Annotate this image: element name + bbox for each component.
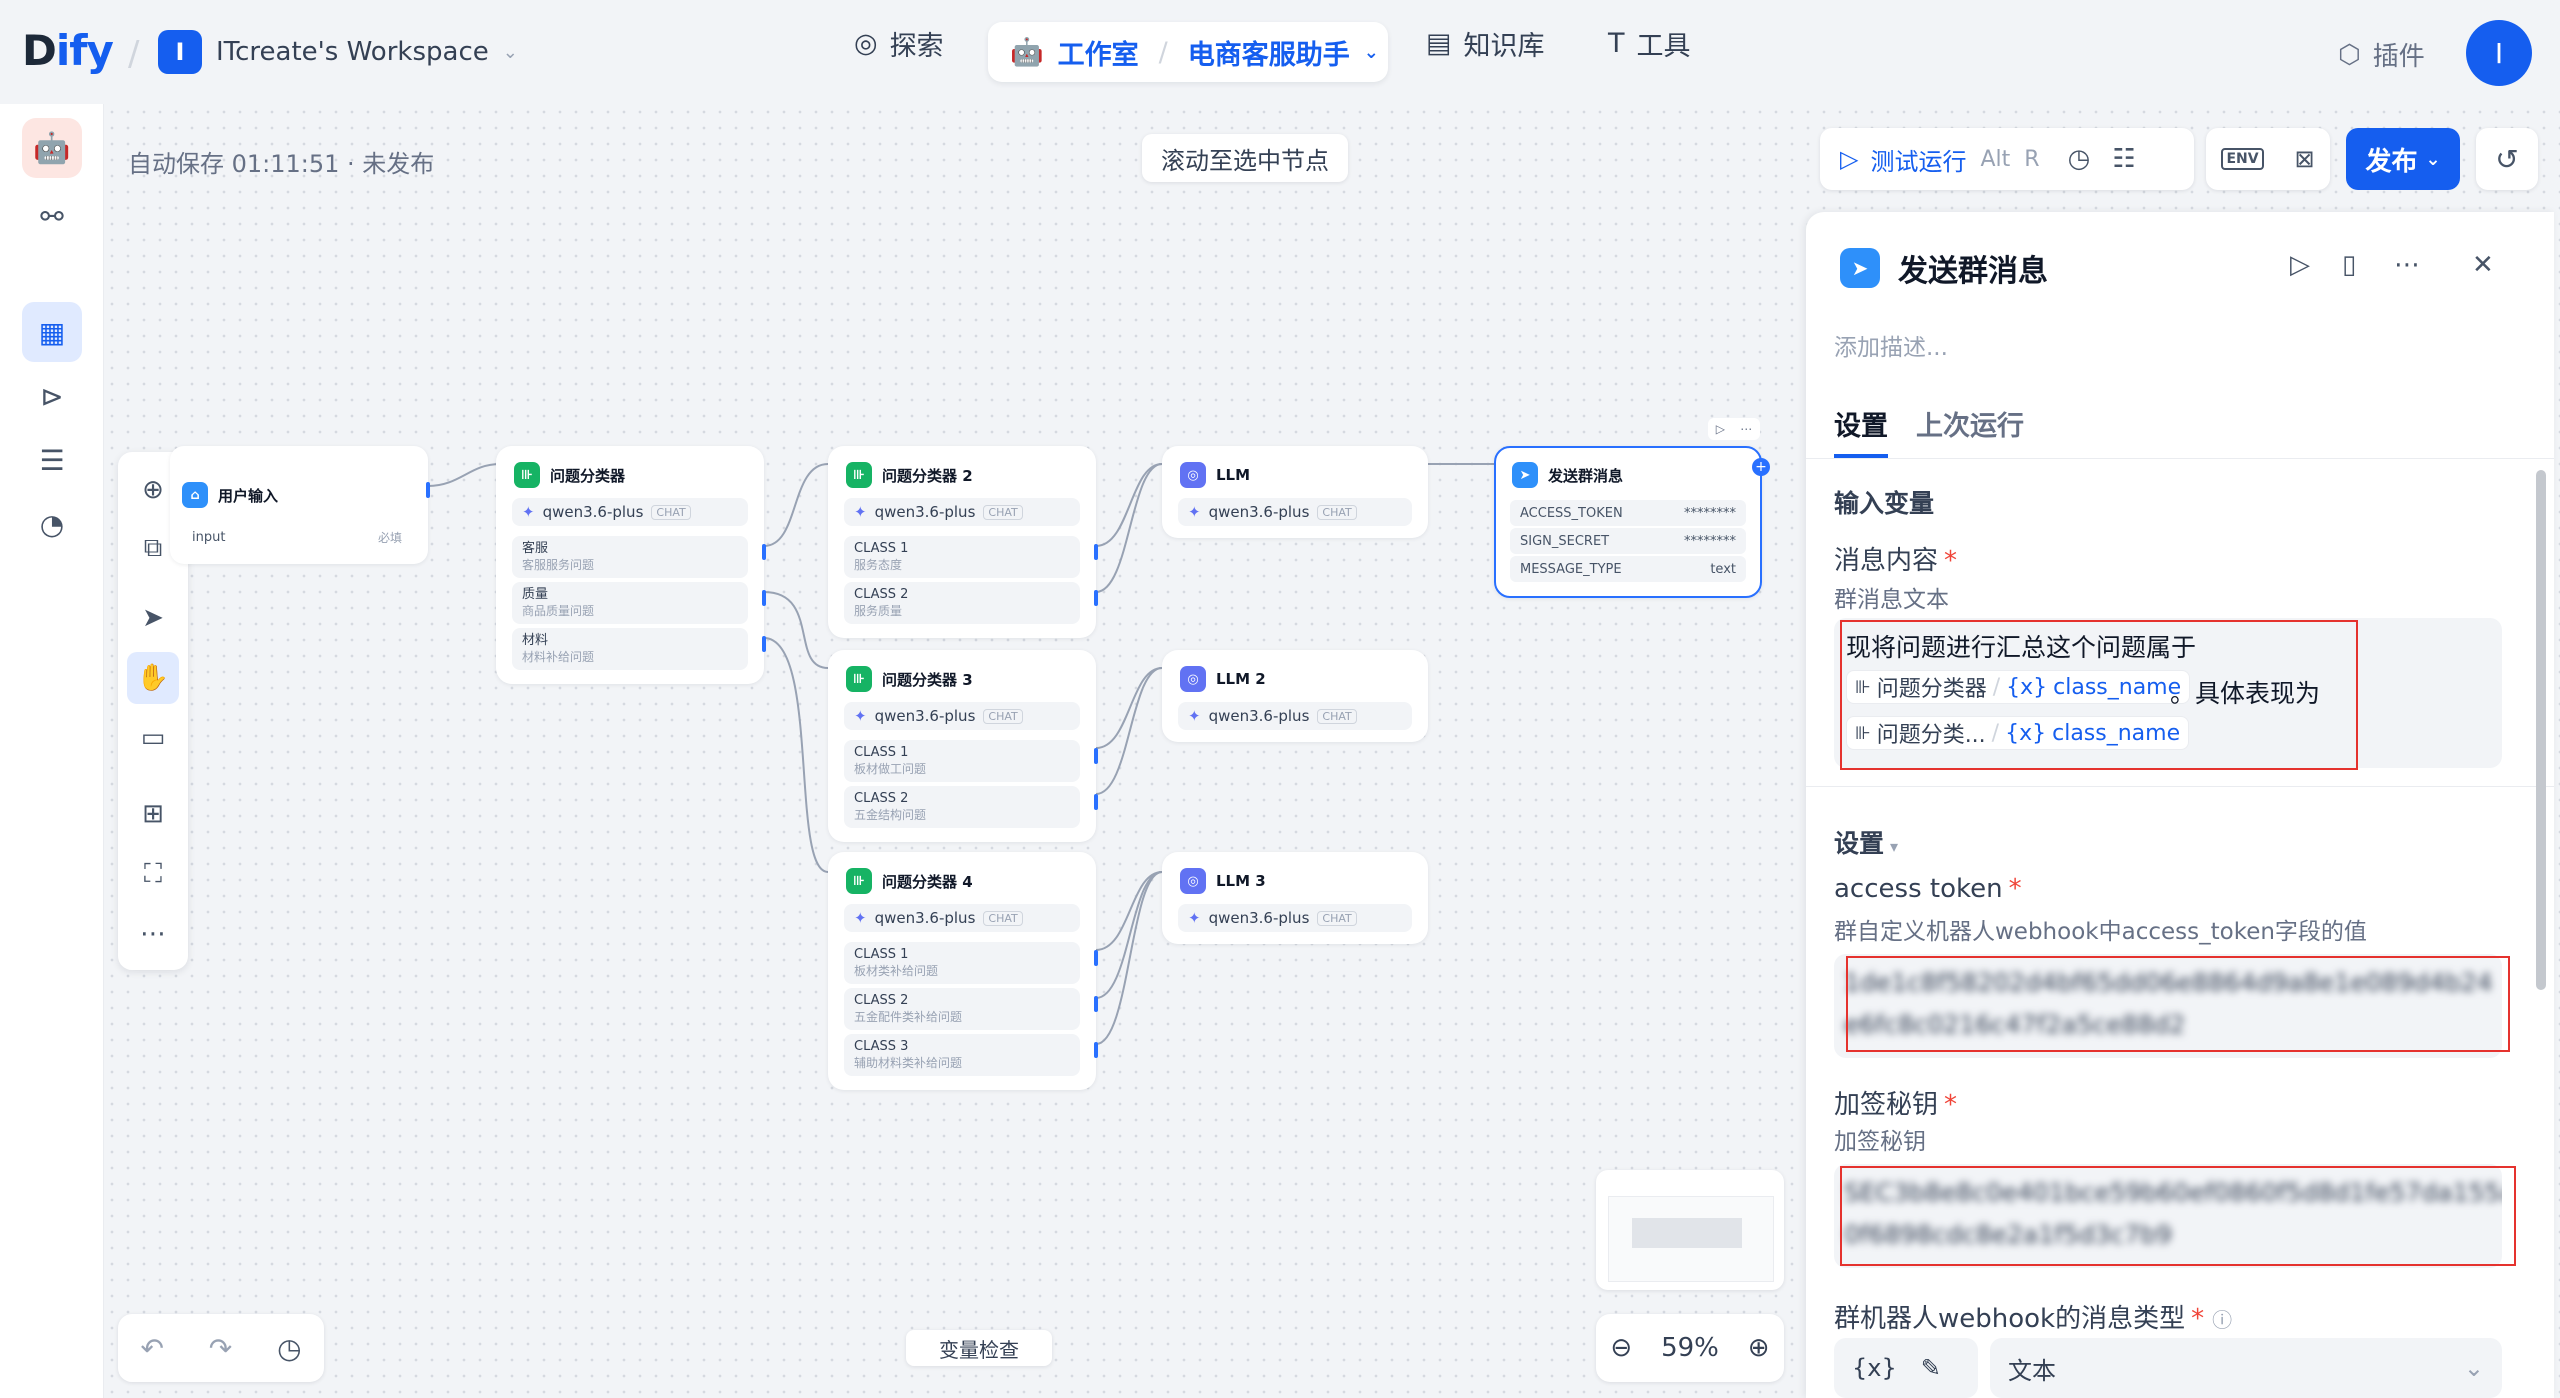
close-icon[interactable]: ✕ — [2472, 250, 2494, 280]
minimap[interactable] — [1596, 1170, 1784, 1290]
zoom-level[interactable]: 59% — [1661, 1333, 1719, 1363]
add-next-node-icon[interactable]: + — [1752, 458, 1770, 476]
llm-node-2[interactable]: ◎ LLM 2 ✦ qwen3.6-plus CHAT — [1162, 650, 1428, 742]
msg-label: 消息内容 * — [1834, 546, 1958, 576]
more-icon[interactable]: ⋯ — [1740, 422, 1752, 436]
node-config-panel: ➤ 发送群消息 ▷ ▯ ⋯ ✕ 添加描述... 设置 上次运行 输入变量 消息内容… — [1806, 212, 2554, 1398]
var-row: ACCESS_TOKEN ******** — [1510, 500, 1746, 526]
model-icon: ✦ — [1188, 909, 1201, 927]
tab-settings[interactable]: 设置 — [1834, 404, 1888, 443]
node-actions[interactable]: ▷ ⋯ — [1708, 418, 1760, 440]
llm-icon: ◎ — [1180, 868, 1206, 894]
class-item: CLASS 2 服务质量 — [844, 582, 1080, 624]
help-book-icon[interactable]: ▯ — [2342, 250, 2356, 280]
model-selector[interactable]: ✦ qwen3.6-plus CHAT — [844, 702, 1080, 730]
model-icon: ✦ — [854, 707, 867, 725]
zoom-out-icon[interactable]: ⊖ — [1610, 1333, 1632, 1363]
model-selector[interactable]: ✦ qwen3.6-plus CHAT — [1178, 702, 1412, 730]
llm-icon: ◎ — [1180, 666, 1206, 692]
model-icon: ✦ — [522, 503, 535, 521]
class-item: CLASS 2 五金结构问题 — [844, 786, 1080, 828]
class-item: CLASS 2 五金配件类补给问题 — [844, 988, 1080, 1030]
settings-heading[interactable]: 设置 ▾ — [1834, 824, 1898, 860]
chevron-down-icon: ⌄ — [2463, 1354, 2484, 1382]
run-node-icon[interactable]: ▷ — [1716, 422, 1725, 436]
description-input[interactable]: 添加描述... — [1834, 328, 1948, 362]
class-item: 材料 材料补给问题 — [512, 628, 748, 670]
run-icon[interactable]: ▷ — [2290, 250, 2310, 280]
highlight-box — [1840, 620, 2358, 770]
zoom-in-icon[interactable]: ⊕ — [1748, 1333, 1770, 1363]
panel-title[interactable]: 发送群消息 — [1898, 246, 2048, 290]
model-selector[interactable]: ✦ qwen3.6-plus CHAT — [1178, 904, 1412, 932]
model-icon: ✦ — [854, 909, 867, 927]
model-selector[interactable]: ✦ qwen3.6-plus CHAT — [844, 498, 1080, 526]
home-icon: ⌂ — [182, 482, 208, 508]
classifier-icon: ⊪ — [846, 868, 872, 894]
history-controls: ↶ ↷ ◷ — [118, 1314, 324, 1382]
classifier-node-4[interactable]: ⊪ 问题分类器 4 ✦ qwen3.6-plus CHAT CLASS 1 板材类补给问… — [828, 852, 1098, 1090]
required-badge: 必填 — [377, 530, 402, 545]
redo-icon[interactable]: ↷ — [209, 1332, 232, 1365]
class-item: 质量 商品质量问题 — [512, 582, 748, 624]
class-item: CLASS 1 板材做工问题 — [844, 740, 1080, 782]
token-label: access token * — [1834, 874, 2022, 904]
secret-desc: 加签秘钥 — [1834, 1129, 1926, 1155]
secret-label: 加签秘钥 * — [1834, 1090, 1958, 1120]
tab-last-run[interactable]: 上次运行 — [1916, 404, 2024, 443]
panel-scrollbar[interactable] — [2536, 470, 2546, 990]
model-icon: ✦ — [1188, 707, 1201, 725]
classifier-node-3[interactable]: ⊪ 问题分类器 3 ✦ qwen3.6-plus CHAT CLASS 1 板材做工问题… — [828, 650, 1098, 842]
class-item: 客服 客服服务问题 — [512, 536, 748, 578]
zoom-controls: ⊖ 59% ⊕ — [1596, 1314, 1784, 1382]
highlight-box — [1840, 1166, 2516, 1266]
variable-inspect-button[interactable]: 变量检查 — [906, 1330, 1052, 1366]
model-icon: ✦ — [854, 503, 867, 521]
history-icon[interactable]: ◷ — [277, 1332, 301, 1365]
msgtype-select[interactable]: 文本 ⌄ — [1990, 1338, 2502, 1398]
model-icon: ✦ — [1188, 503, 1201, 521]
token-desc: 群自定义机器人webhook中access_token字段的值 — [1834, 919, 2367, 945]
send-icon: ➤ — [1840, 248, 1880, 288]
input-vars-heading: 输入变量 — [1834, 489, 1935, 518]
model-selector[interactable]: ✦ qwen3.6-plus CHAT — [512, 498, 748, 526]
model-selector[interactable]: ✦ qwen3.6-plus CHAT — [1178, 498, 1412, 526]
classifier-icon: ⊪ — [514, 462, 540, 488]
edit-icon[interactable]: ✎ — [1921, 1354, 1941, 1382]
chevron-down-icon: ▾ — [1890, 837, 1899, 856]
more-icon[interactable]: ⋯ — [2394, 250, 2420, 280]
start-node[interactable]: ⌂ 用户输入 input 必填 — [170, 446, 430, 564]
send-icon: ➤ — [1512, 462, 1538, 488]
start-var-name: input — [192, 529, 226, 545]
variable-mode-icon[interactable]: {x} — [1852, 1354, 1897, 1382]
classifier-node-2[interactable]: ⊪ 问题分类器 2 ✦ qwen3.6-plus CHAT CLASS 1 服务态度 C… — [828, 446, 1098, 638]
llm-icon: ◎ — [1180, 462, 1206, 488]
send-message-node[interactable]: ➤ 发送群消息 ACCESS_TOKEN ******** SIGN_SECRET *… — [1494, 446, 1770, 598]
classifier-icon: ⊪ — [846, 666, 872, 692]
class-item: CLASS 1 服务态度 — [844, 536, 1080, 578]
classifier-node-1[interactable]: ⊪ 问题分类器 ✦ qwen3.6-plus CHAT 客服 客服服务问题 质量 商品质量… — [496, 446, 766, 684]
msg-desc: 群消息文本 — [1834, 587, 1949, 613]
var-row: SIGN_SECRET ******** — [1510, 528, 1746, 554]
var-row: MESSAGE_TYPE text — [1510, 556, 1746, 582]
help-icon: ⓘ — [2212, 1308, 2233, 1332]
model-selector[interactable]: ✦ qwen3.6-plus CHAT — [844, 904, 1080, 932]
llm-node-1[interactable]: ◎ LLM ✦ qwen3.6-plus CHAT — [1162, 446, 1428, 538]
msgtype-label: 群机器人webhook的消息类型 * ⓘ — [1834, 1304, 2233, 1334]
llm-node-3[interactable]: ◎ LLM 3 ✦ qwen3.6-plus CHAT — [1162, 852, 1428, 944]
class-item: CLASS 1 板材类补给问题 — [844, 942, 1080, 984]
highlight-box — [1846, 956, 2510, 1052]
undo-icon[interactable]: ↶ — [140, 1332, 163, 1365]
classifier-icon: ⊪ — [846, 462, 872, 488]
class-item: CLASS 3 辅助材料类补给问题 — [844, 1034, 1080, 1076]
